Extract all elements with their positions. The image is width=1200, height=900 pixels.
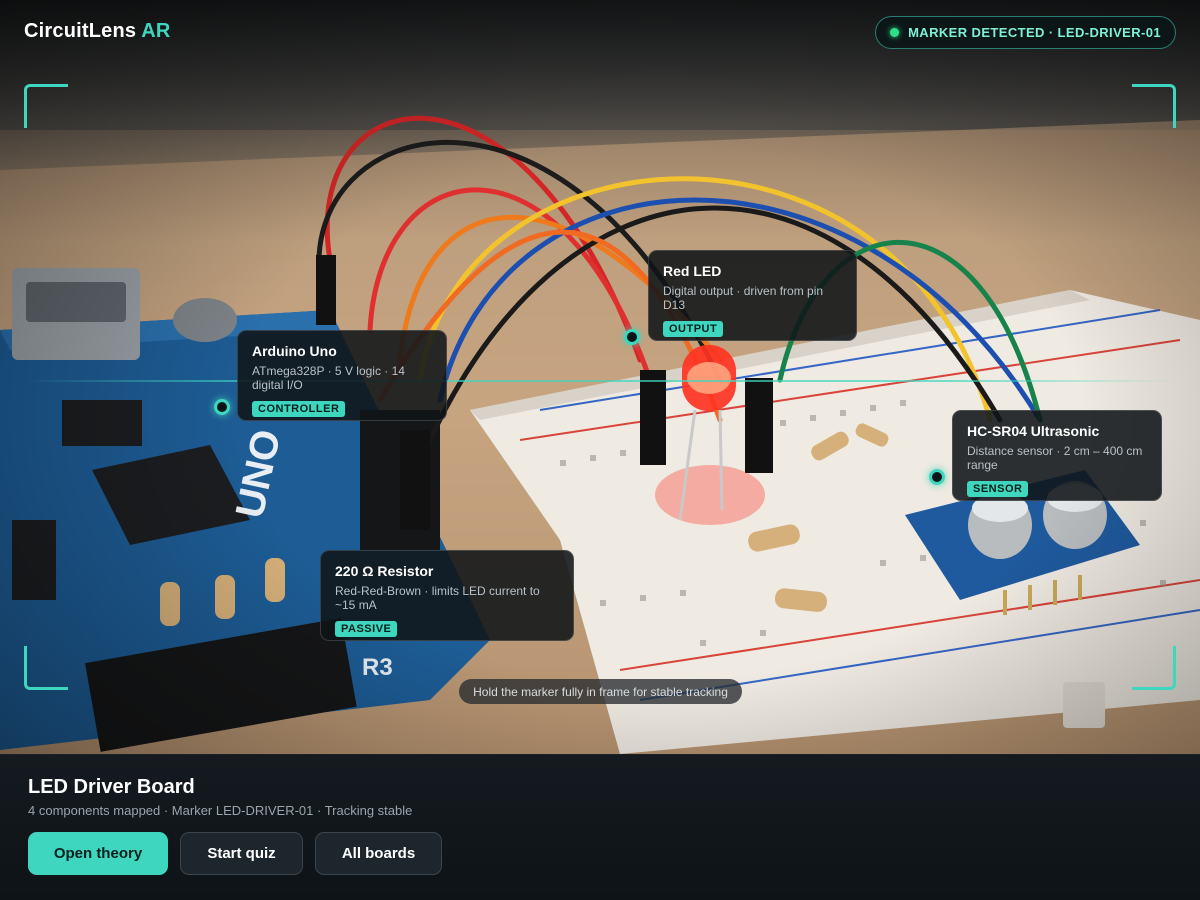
- circuit-scene-illustration: UNO R3: [0, 0, 1200, 754]
- scan-line: [24, 380, 1176, 382]
- led-info-card[interactable]: Red LED Digital output · driven from pin…: [648, 250, 857, 341]
- scan-frame-corner-top-left: [24, 84, 68, 128]
- led-card-tag: OUTPUT: [663, 321, 724, 337]
- arduino-card-description: ATmega328P · 5 V logic · 14 digital I/O: [252, 364, 405, 392]
- marker-status-text: MARKER DETECTED · LED-DRIVER-01: [908, 25, 1161, 40]
- scan-frame-corner-bottom-left: [24, 646, 68, 690]
- tracking-hint: Hold the marker fully in frame for stabl…: [459, 679, 742, 704]
- action-buttons: Open theory Start quiz All boards: [28, 832, 442, 875]
- start-quiz-button[interactable]: Start quiz: [180, 832, 303, 875]
- led-card-title: Red LED: [663, 263, 722, 279]
- scan-frame-corner-bottom-right: [1132, 646, 1176, 690]
- svg-text:R3: R3: [362, 654, 393, 681]
- board-title: LED Driver Board: [28, 776, 195, 798]
- brand-name: CircuitLens: [24, 20, 137, 42]
- arduino-card-title: Arduino Uno: [252, 343, 337, 359]
- sensor-card-title: HC-SR04 Ultrasonic: [967, 423, 1100, 439]
- app-brand: CircuitLens AR: [24, 20, 171, 43]
- board-info-panel: LED Driver Board 4 components mapped · M…: [0, 754, 1200, 900]
- sensor-card-tag: SENSOR: [967, 481, 1029, 497]
- sensor-anchor-marker[interactable]: [929, 469, 945, 485]
- arduino-info-card[interactable]: Arduino Uno ATmega328P · 5 V logic · 14 …: [237, 330, 447, 421]
- sensor-card-description: Distance sensor · 2 cm – 400 cm range: [967, 444, 1143, 472]
- led-card-description: Digital output · driven from pin D13: [663, 284, 824, 312]
- sensor-info-card[interactable]: HC-SR04 Ultrasonic Distance sensor · 2 c…: [952, 410, 1162, 501]
- marker-status-badge: MARKER DETECTED · LED-DRIVER-01: [875, 16, 1176, 49]
- board-subtitle: 4 components mapped · Marker LED-DRIVER-…: [28, 803, 413, 818]
- resistor-info-card[interactable]: 220 Ω Resistor Red-Red-Brown · limits LE…: [320, 550, 574, 641]
- resistor-card-title: 220 Ω Resistor: [335, 563, 434, 579]
- resistor-card-description: Red-Red-Brown · limits LED current to ~1…: [335, 584, 540, 612]
- arduino-anchor-marker[interactable]: [214, 399, 230, 415]
- open-theory-button[interactable]: Open theory: [28, 832, 168, 875]
- arduino-card-tag: CONTROLLER: [252, 401, 346, 417]
- scan-frame-corner-top-right: [1132, 84, 1176, 128]
- brand-accent: AR: [141, 20, 171, 42]
- led-anchor-marker[interactable]: [624, 329, 640, 345]
- camera-view: UNO R3: [0, 0, 1200, 754]
- status-dot-icon: [890, 28, 900, 37]
- all-boards-button[interactable]: All boards: [315, 832, 442, 875]
- resistor-card-tag: PASSIVE: [335, 621, 398, 637]
